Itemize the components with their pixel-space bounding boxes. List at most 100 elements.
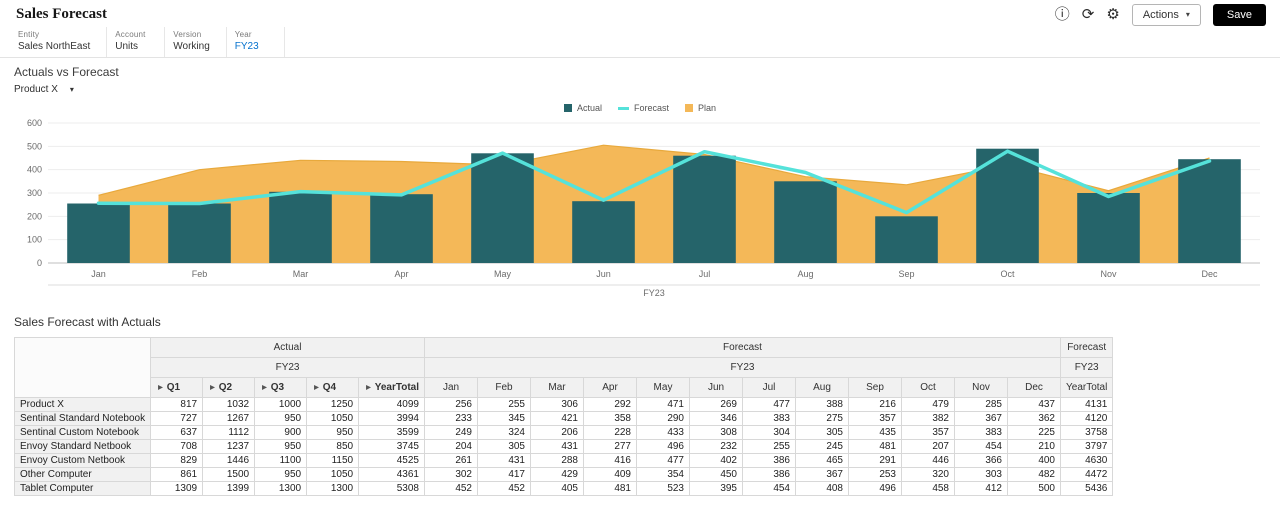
grid-cell[interactable]: 386 — [742, 453, 796, 468]
column-subgroup-header[interactable]: FY23 — [424, 357, 1061, 378]
grid-cell[interactable]: 477 — [636, 453, 690, 468]
column-header-oct[interactable]: Oct — [901, 377, 955, 398]
grid-cell[interactable]: 288 — [530, 453, 584, 468]
grid-cell[interactable]: 269 — [689, 397, 743, 412]
info-icon[interactable]: ⓘ — [1055, 7, 1070, 22]
grid-cell[interactable]: 5436 — [1059, 481, 1114, 496]
grid-cell[interactable]: 1250 — [306, 397, 360, 412]
grid-cell[interactable]: 465 — [795, 453, 849, 468]
grid-cell[interactable]: 3758 — [1059, 425, 1114, 440]
grid-cell[interactable]: 302 — [424, 467, 478, 482]
grid-cell[interactable]: 357 — [848, 411, 902, 426]
grid-cell[interactable]: 1050 — [306, 411, 360, 426]
grid-cell[interactable]: 477 — [742, 397, 796, 412]
grid-cell[interactable]: 354 — [636, 467, 690, 482]
grid-cell[interactable]: 4472 — [1059, 467, 1114, 482]
grid-cell[interactable]: 727 — [150, 411, 204, 426]
grid-cell[interactable]: 417 — [477, 467, 531, 482]
column-group-header[interactable]: Forecast — [1059, 337, 1114, 358]
grid-cell[interactable]: 255 — [742, 439, 796, 454]
grid-cell[interactable]: 4120 — [1059, 411, 1114, 426]
grid-cell[interactable]: 500 — [1007, 481, 1061, 496]
grid-cell[interactable]: 405 — [530, 481, 584, 496]
grid-cell[interactable]: 402 — [689, 453, 743, 468]
grid-cell[interactable]: 1300 — [306, 481, 360, 496]
grid-cell[interactable]: 210 — [1007, 439, 1061, 454]
grid-cell[interactable]: 900 — [254, 425, 308, 440]
expand-triangle-icon[interactable]: ▶ — [158, 385, 163, 391]
column-header-jul[interactable]: Jul — [742, 377, 796, 398]
grid-cell[interactable]: 1050 — [306, 467, 360, 482]
expand-triangle-icon[interactable]: ▶ — [210, 385, 215, 391]
column-header-may[interactable]: May — [636, 377, 690, 398]
grid-cell[interactable]: 3994 — [358, 411, 425, 426]
grid-cell[interactable]: 308 — [689, 425, 743, 440]
product-selector-dropdown[interactable]: Product X ▾ — [14, 84, 74, 95]
column-header-sep[interactable]: Sep — [848, 377, 902, 398]
grid-cell[interactable]: 1112 — [202, 425, 256, 440]
grid-cell[interactable]: 4099 — [358, 397, 425, 412]
gear-icon[interactable]: ⚙ — [1106, 7, 1119, 22]
grid-cell[interactable]: 3797 — [1059, 439, 1114, 454]
grid-cell[interactable]: 471 — [636, 397, 690, 412]
refresh-icon[interactable]: ⟳ — [1082, 7, 1095, 22]
grid-cell[interactable]: 291 — [848, 453, 902, 468]
grid-cell[interactable]: 290 — [636, 411, 690, 426]
grid-cell[interactable]: 303 — [954, 467, 1008, 482]
row-header[interactable]: Other Computer — [13, 467, 152, 482]
grid-cell[interactable]: 261 — [424, 453, 478, 468]
pov-member-value[interactable]: Working — [173, 41, 210, 52]
grid-cell[interactable]: 249 — [424, 425, 478, 440]
column-subgroup-header[interactable]: FY23 — [150, 357, 425, 378]
grid-cell[interactable]: 346 — [689, 411, 743, 426]
grid-cell[interactable]: 1150 — [306, 453, 360, 468]
pov-member-value[interactable]: Sales NorthEast — [18, 41, 90, 52]
column-group-header[interactable]: Forecast — [424, 337, 1061, 358]
grid-cell[interactable]: 435 — [848, 425, 902, 440]
column-header-q2[interactable]: ▶ Q2 — [202, 377, 256, 398]
column-header-dec[interactable]: Dec — [1007, 377, 1061, 398]
grid-cell[interactable]: 400 — [1007, 453, 1061, 468]
grid-cell[interactable]: 446 — [901, 453, 955, 468]
grid-cell[interactable]: 479 — [901, 397, 955, 412]
grid-cell[interactable]: 207 — [901, 439, 955, 454]
grid-cell[interactable]: 950 — [306, 425, 360, 440]
column-header-feb[interactable]: Feb — [477, 377, 531, 398]
grid-cell[interactable]: 285 — [954, 397, 1008, 412]
grid-cell[interactable]: 3599 — [358, 425, 425, 440]
grid-cell[interactable]: 206 — [530, 425, 584, 440]
grid-cell[interactable]: 275 — [795, 411, 849, 426]
grid-cell[interactable]: 225 — [1007, 425, 1061, 440]
grid-cell[interactable]: 367 — [954, 411, 1008, 426]
grid-cell[interactable]: 292 — [583, 397, 637, 412]
grid-cell[interactable]: 431 — [530, 439, 584, 454]
grid-cell[interactable]: 1000 — [254, 397, 308, 412]
grid-cell[interactable]: 950 — [254, 467, 308, 482]
grid-cell[interactable]: 829 — [150, 453, 204, 468]
grid-cell[interactable]: 4525 — [358, 453, 425, 468]
row-header[interactable]: Envoy Custom Netbook — [13, 453, 152, 468]
grid-cell[interactable]: 228 — [583, 425, 637, 440]
grid-cell[interactable]: 412 — [954, 481, 1008, 496]
row-header[interactable]: Sentinal Standard Notebook — [13, 411, 152, 426]
row-header[interactable]: Envoy Standard Netbook — [13, 439, 152, 454]
grid-cell[interactable]: 216 — [848, 397, 902, 412]
grid-cell[interactable]: 523 — [636, 481, 690, 496]
grid-cell[interactable]: 4131 — [1059, 397, 1114, 412]
column-header-aug[interactable]: Aug — [795, 377, 849, 398]
column-header-yeartotal[interactable]: YearTotal — [1059, 377, 1114, 398]
grid-cell[interactable]: 1300 — [254, 481, 308, 496]
grid-cell[interactable]: 1237 — [202, 439, 256, 454]
grid-cell[interactable]: 481 — [848, 439, 902, 454]
grid-cell[interactable]: 233 — [424, 411, 478, 426]
pov-item-year[interactable]: Year FY23 — [227, 27, 285, 57]
grid-cell[interactable]: 1032 — [202, 397, 256, 412]
grid-cell[interactable]: 496 — [848, 481, 902, 496]
grid-cell[interactable]: 388 — [795, 397, 849, 412]
grid-cell[interactable]: 496 — [636, 439, 690, 454]
grid-cell[interactable]: 708 — [150, 439, 204, 454]
column-header-yeartotal[interactable]: ▶ YearTotal — [358, 377, 425, 398]
grid-cell[interactable]: 304 — [742, 425, 796, 440]
grid-cell[interactable]: 320 — [901, 467, 955, 482]
grid-cell[interactable]: 861 — [150, 467, 204, 482]
